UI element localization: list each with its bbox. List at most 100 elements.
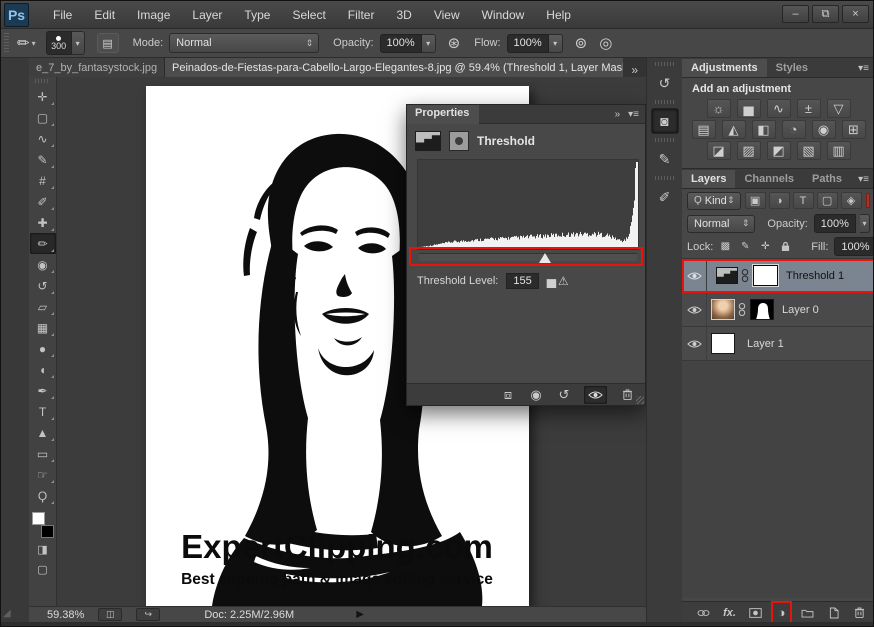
levels-button[interactable]: ▅ (737, 99, 761, 118)
status-menu-arrow-icon[interactable]: ▶ (356, 609, 364, 620)
adjustment-thumbnail[interactable] (716, 267, 738, 284)
screen-mode-button[interactable]: ▢ (30, 560, 56, 578)
layer-opacity-arrow[interactable]: ▾ (860, 214, 870, 233)
brush-preset-picker[interactable]: 300 ▾ (46, 31, 85, 55)
layer-row-layer-0[interactable]: Layer 0 (682, 293, 874, 327)
opacity-pressure-icon[interactable]: ⊛ (448, 34, 461, 52)
filter-pixel-layers-button[interactable]: ▣ (745, 192, 766, 209)
eyedropper-tool[interactable]: ✐ (30, 191, 56, 212)
lock-position-button[interactable]: ✛ (757, 239, 773, 254)
lock-image-pixels-button[interactable]: ✎ (737, 239, 753, 254)
layer-name[interactable]: Threshold 1 (786, 270, 844, 282)
new-group-button[interactable] (799, 603, 816, 622)
dock-drag-handle[interactable] (655, 100, 674, 104)
color-swatches[interactable] (32, 512, 54, 538)
new-layer-button[interactable] (825, 603, 842, 622)
selective-color-button[interactable]: ▥ (827, 141, 851, 160)
mask-badge-icon[interactable] (449, 131, 469, 151)
dock-drag-handle[interactable] (655, 62, 674, 66)
threshold-slider-handle[interactable] (539, 253, 551, 263)
filter-shape-layers-button[interactable]: ▢ (817, 192, 838, 209)
layer-blend-mode-select[interactable]: Normal (687, 215, 755, 233)
lasso-tool[interactable]: ∿ (30, 128, 56, 149)
brush-presets-panel-button[interactable]: ✎ (651, 146, 679, 172)
minimize-button[interactable]: – (782, 5, 809, 23)
hand-tool[interactable]: ☞ (30, 464, 56, 485)
new-adjustment-layer-button[interactable]: ◑ (773, 603, 790, 622)
gradient-tool[interactable]: ▦ (30, 317, 56, 338)
exposure-button[interactable]: ± (797, 99, 821, 118)
tab-styles[interactable]: Styles (767, 59, 817, 77)
healing-brush-tool[interactable]: ✚ (30, 212, 56, 233)
vibrance-button[interactable]: ▽ (827, 99, 851, 118)
threshold-level-input[interactable]: 155 (506, 273, 538, 289)
flow-input[interactable]: 100% (507, 34, 549, 53)
restore-button[interactable]: ⧉ (812, 5, 839, 23)
tab-channels[interactable]: Channels (735, 170, 803, 188)
history-brush-tool[interactable]: ↺ (30, 275, 56, 296)
visibility-toggle[interactable] (682, 327, 707, 360)
brush-tool-icon[interactable]: ✏ (17, 34, 30, 52)
opacity-input[interactable]: 100% (380, 34, 422, 53)
tools-drag-handle[interactable] (35, 79, 50, 83)
color-lookup-button[interactable]: ⊞ (842, 120, 866, 139)
color-balance-button[interactable]: ◭ (722, 120, 746, 139)
resize-grip-icon[interactable]: ◢ (3, 608, 11, 619)
flow-dropdown-arrow[interactable]: ▾ (549, 34, 563, 53)
curves-button[interactable]: ∿ (767, 99, 791, 118)
clone-stamp-tool[interactable]: ◉ (30, 254, 56, 275)
photo-filter-button[interactable]: ◔ (782, 120, 806, 139)
layer-mask-thumbnail[interactable] (750, 299, 774, 320)
tool-preset-arrow-icon[interactable]: ▾ (32, 39, 36, 48)
menu-layer[interactable]: Layer (182, 4, 232, 26)
layer-filter-kind-select[interactable]: Ϙ Kind (687, 192, 741, 210)
view-previous-state-button[interactable]: ◉ (528, 386, 544, 404)
panel-menu-icon[interactable]: ▾≡ (852, 60, 874, 77)
zoom-level-field[interactable]: 59.38% (47, 609, 84, 621)
type-tool[interactable]: T (30, 401, 56, 422)
menu-view[interactable]: View (424, 4, 470, 26)
pen-tool[interactable]: ✒ (30, 380, 56, 401)
blend-mode-select[interactable]: Normal (169, 33, 319, 53)
airbrush-icon[interactable]: ⊚ (575, 34, 588, 52)
panel-menu-icon[interactable]: ▾≡ (852, 171, 874, 188)
dock-drag-handle[interactable] (655, 176, 674, 180)
layer-filter-toggle[interactable] (866, 193, 870, 208)
brush-picker-arrow[interactable]: ▾ (72, 31, 85, 55)
filter-adjustment-layers-button[interactable]: ◑ (769, 192, 790, 209)
menu-window[interactable]: Window (472, 4, 535, 26)
layer-thumbnail[interactable] (711, 333, 735, 354)
tab-layers[interactable]: Layers (682, 170, 735, 188)
tab-adjustments[interactable]: Adjustments (682, 59, 767, 77)
tab-paths[interactable]: Paths (803, 170, 851, 188)
brush-tool[interactable]: ✏ (30, 233, 56, 254)
filter-smart-objects-button[interactable]: ◈ (841, 192, 862, 209)
shape-tool[interactable]: ▭ (30, 443, 56, 464)
eraser-tool[interactable]: ▱ (30, 296, 56, 317)
menu-filter[interactable]: Filter (338, 4, 385, 26)
dock-drag-handle[interactable] (655, 138, 674, 142)
layer-fill-input[interactable]: 100% (834, 237, 874, 256)
background-color-swatch[interactable] (41, 525, 54, 538)
layer-style-button[interactable]: fx. (721, 603, 738, 622)
document-tab-inactive[interactable]: e_7_by_fantasystock.jpg × (29, 58, 165, 77)
blur-tool[interactable]: ● (30, 338, 56, 359)
black-white-button[interactable]: ◧ (752, 120, 776, 139)
visibility-toggle[interactable] (682, 293, 707, 326)
collapse-panel-icon[interactable]: » (615, 109, 621, 120)
menu-select[interactable]: Select (282, 4, 335, 26)
hue-saturation-button[interactable]: ▤ (692, 120, 716, 139)
reset-adjustment-button[interactable]: ↺ (556, 386, 572, 404)
layer-row-threshold-1[interactable]: Threshold 1 (682, 259, 874, 293)
threshold-button[interactable]: ◩ (767, 141, 791, 160)
lock-transparent-pixels-button[interactable]: ▩ (717, 239, 733, 254)
panel-resize-grip[interactable] (636, 396, 644, 404)
invert-button[interactable]: ◪ (707, 141, 731, 160)
opacity-dropdown-arrow[interactable]: ▾ (422, 34, 436, 53)
lock-all-button[interactable] (777, 239, 793, 254)
crop-tool[interactable]: # (30, 170, 56, 191)
menu-3d[interactable]: 3D (386, 4, 421, 26)
clip-to-layer-button[interactable]: ⧈ (500, 386, 516, 404)
add-layer-mask-button[interactable] (747, 603, 764, 622)
path-selection-tool[interactable]: ▲ (30, 422, 56, 443)
